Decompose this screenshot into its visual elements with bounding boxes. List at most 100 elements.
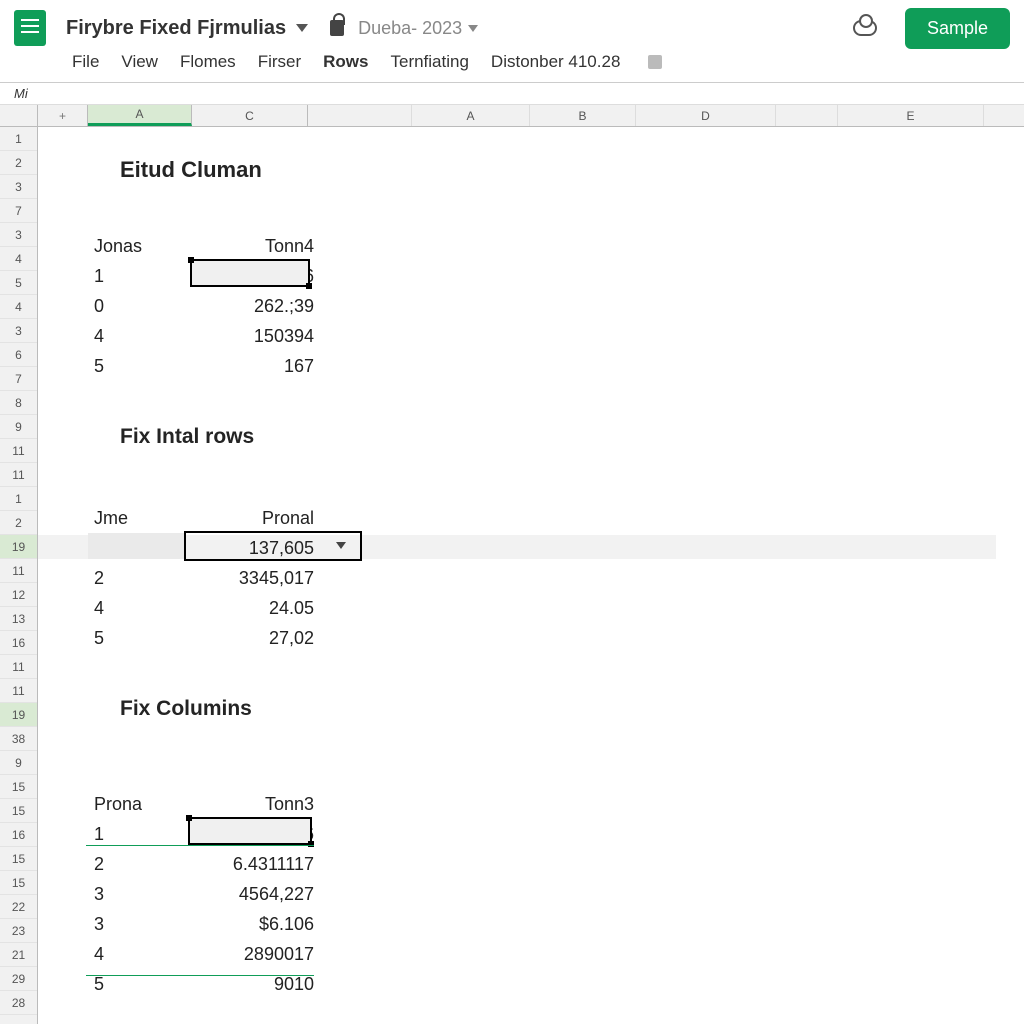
col-header-c[interactable]: C [192, 105, 308, 126]
row-header[interactable]: 29 [0, 967, 37, 991]
row-header[interactable]: 38 [0, 727, 37, 751]
row-header[interactable]: 6 [0, 343, 37, 367]
row-header[interactable]: 11 [0, 463, 37, 487]
grid-body: 1237345436789111112191112131611111938915… [0, 127, 1024, 1024]
section2-title: Fix Intal rows [120, 425, 254, 449]
row-header[interactable]: 28 [0, 991, 37, 1015]
row-header[interactable]: 3 [0, 319, 37, 343]
col-header-blank2[interactable] [776, 105, 838, 126]
row-header[interactable]: 11 [0, 655, 37, 679]
row-header[interactable]: 16 [0, 631, 37, 655]
row-header[interactable]: 15 [0, 799, 37, 823]
row-header[interactable]: 23 [0, 919, 37, 943]
s3-col-b-header: Tonn3 [194, 794, 314, 815]
s3-r5-a[interactable]: 4 [94, 944, 194, 965]
col-header-d[interactable]: D [636, 105, 776, 126]
row-header[interactable]: 4 [0, 295, 37, 319]
col-header-a2[interactable]: A [412, 105, 530, 126]
row-header[interactable]: 11 [0, 439, 37, 463]
s1-r2-a[interactable]: 0 [94, 296, 194, 317]
menu-firser[interactable]: Firser [258, 52, 301, 72]
s1-r4-a[interactable]: 5 [94, 356, 194, 377]
row-header[interactable]: 16 [0, 823, 37, 847]
s3-r6-b[interactable]: 9010 [194, 974, 314, 995]
s2-r4-b[interactable]: 27,02 [194, 628, 314, 649]
col-header-a[interactable]: A [88, 105, 192, 126]
chevron-down-icon[interactable] [296, 24, 308, 32]
row-header[interactable]: 19 [0, 535, 37, 559]
cell-canvas[interactable]: Eitud Cluman Jonas Tonn4 136,)16 0262.;3… [38, 127, 1024, 1024]
row-header[interactable]: 11 [0, 559, 37, 583]
row-header[interactable]: 5 [0, 271, 37, 295]
section1-table: Jonas Tonn4 136,)16 0262.;39 4150394 516… [94, 231, 314, 381]
s2-r4-a[interactable]: 5 [94, 628, 194, 649]
row-header[interactable]: 21 [0, 943, 37, 967]
menu-view[interactable]: View [121, 52, 158, 72]
s1-r3-a[interactable]: 4 [94, 326, 194, 347]
row-header[interactable]: 22 [0, 895, 37, 919]
cell-dropdown-icon[interactable] [336, 542, 346, 549]
s3-r6-a[interactable]: 5 [94, 974, 194, 995]
row-header[interactable]: 2 [0, 511, 37, 535]
s3-r1-a[interactable]: 1 [94, 824, 194, 845]
menu-ternfiating[interactable]: Ternfiating [390, 52, 468, 72]
s1-col-a-header: Jonas [94, 236, 194, 257]
row-header[interactable]: 11 [0, 679, 37, 703]
lock-icon [330, 20, 344, 36]
row-header[interactable]: 7 [0, 367, 37, 391]
row-header[interactable]: 3 [0, 175, 37, 199]
document-title[interactable]: Firybre Fixed Fjrmulias [66, 17, 286, 40]
s3-r3-b[interactable]: 4564,227 [194, 884, 314, 905]
s1-r2-b[interactable]: 262.;39 [194, 296, 314, 317]
row-header[interactable]: 8 [0, 391, 37, 415]
formula-bar[interactable]: Mi [0, 83, 1024, 105]
freeze-line [86, 845, 314, 846]
select-all-corner[interactable] [0, 105, 38, 126]
row-header[interactable]: 9 [0, 751, 37, 775]
s2-r2-a[interactable]: 2 [94, 568, 194, 589]
s2-r3-b[interactable]: 24.05 [194, 598, 314, 619]
s3-r2-b[interactable]: 6.4311117 [194, 854, 314, 875]
menu-flomes[interactable]: Flomes [180, 52, 236, 72]
chevron-down-icon[interactable] [468, 25, 478, 32]
row-header[interactable]: 9 [0, 415, 37, 439]
add-column-button[interactable]: + [38, 105, 88, 126]
row-header[interactable]: 4 [0, 247, 37, 271]
menu-rows[interactable]: Rows [323, 52, 368, 72]
column-header-row: + A C A B D E [0, 105, 1024, 127]
section1-title: Eitud Cluman [120, 157, 262, 183]
row-header[interactable]: 13 [0, 607, 37, 631]
row-header[interactable]: 7 [0, 199, 37, 223]
s3-r4-a[interactable]: 3 [94, 914, 194, 935]
row-header[interactable]: 1 [0, 127, 37, 151]
row-header[interactable]: 1 [0, 487, 37, 511]
s3-r3-a[interactable]: 3 [94, 884, 194, 905]
s1-r1-a[interactable]: 1 [94, 266, 194, 287]
s3-r4-b[interactable]: $6.106 [194, 914, 314, 935]
sample-button[interactable]: Sample [905, 8, 1010, 49]
date-indicator: Dueba- 2023 [358, 18, 462, 39]
row-header[interactable]: 19 [0, 703, 37, 727]
col-header-blank1[interactable] [308, 105, 412, 126]
s3-r5-b[interactable]: 2890017 [194, 944, 314, 965]
row-header[interactable]: 15 [0, 847, 37, 871]
cloud-sync-icon[interactable] [853, 20, 877, 36]
cell-selection-border [188, 817, 312, 845]
app-header: Firybre Fixed Fjrmulias Dueba- 2023 Samp… [0, 0, 1024, 48]
s1-r4-b[interactable]: 167 [194, 356, 314, 377]
row-header[interactable]: 2 [0, 151, 37, 175]
menu-file[interactable]: File [72, 52, 99, 72]
col-header-e[interactable]: E [838, 105, 984, 126]
row-header[interactable]: 15 [0, 775, 37, 799]
s2-r2-b[interactable]: 3345,017 [194, 568, 314, 589]
row-header[interactable]: 12 [0, 583, 37, 607]
row-header[interactable]: 15 [0, 871, 37, 895]
col-header-b[interactable]: B [530, 105, 636, 126]
section3-title: Fix Columins [120, 697, 252, 721]
s1-r3-b[interactable]: 150394 [194, 326, 314, 347]
menu-distonber[interactable]: Distonber 410.28 [491, 52, 620, 72]
row-header[interactable]: 3 [0, 223, 37, 247]
s2-r3-a[interactable]: 4 [94, 598, 194, 619]
s3-r2-a[interactable]: 2 [94, 854, 194, 875]
doc-status-icon [648, 55, 662, 69]
